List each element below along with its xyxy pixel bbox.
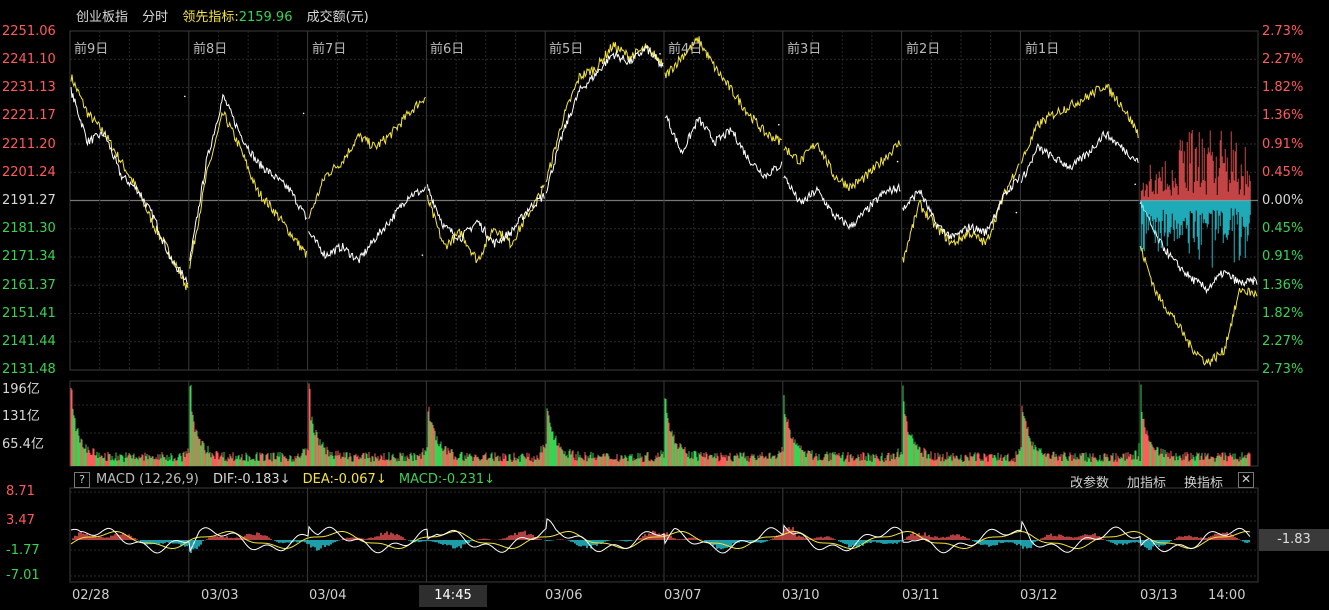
date-label: 03/07: [664, 588, 702, 603]
date-label: 03/03: [201, 588, 239, 603]
day-label: 前6日: [430, 42, 465, 57]
price-point: [1253, 279, 1255, 282]
date-label: 03/13: [1140, 588, 1178, 603]
percent-tick: 2.27%: [1262, 52, 1304, 67]
help-icon[interactable]: ?: [74, 472, 90, 488]
percent-tick: 0.91%: [1262, 249, 1304, 264]
price-tick: 2191.27: [2, 193, 56, 208]
price-tick: 2171.34: [2, 249, 56, 264]
percent-tick: 1.82%: [1262, 306, 1304, 321]
day-label: 前2日: [906, 42, 941, 57]
date-label: 03/11: [902, 588, 940, 603]
percent-tick: 2.27%: [1262, 334, 1304, 349]
date-label: 02/28: [72, 588, 110, 603]
price-tick: 2251.06: [2, 24, 56, 39]
volume-tick: 196亿: [2, 382, 40, 397]
percent-tick: 0.91%: [1262, 137, 1304, 152]
macd-legend: MACD (12,26,9) DIF:-0.183↓ DEA:-0.067↓ M…: [96, 472, 495, 487]
percent-tick: 1.36%: [1262, 108, 1304, 123]
macd-dif: DIF:-0.183↓: [213, 472, 291, 487]
price-tick: 2131.48: [2, 362, 56, 377]
price-point: [896, 160, 899, 163]
macd-tick: 8.71: [6, 484, 35, 499]
percent-tick: 0.45%: [1262, 165, 1304, 180]
day-label: 前9日: [74, 42, 109, 57]
close-icon[interactable]: ✕: [1238, 472, 1254, 488]
day-label: 前4日: [668, 42, 703, 57]
price-tick: 2181.30: [2, 221, 56, 236]
date-label: 03/12: [1020, 588, 1058, 603]
macd-dea: DEA:-0.067↓: [302, 472, 387, 487]
percent-tick: 0.00%: [1262, 193, 1304, 208]
price-point: [1134, 183, 1136, 186]
price-point: [302, 112, 305, 115]
switch-indicator-button[interactable]: 换指标: [1184, 472, 1223, 491]
volume-tick: 131亿: [2, 409, 40, 424]
price-tick: 2231.13: [2, 80, 56, 95]
leading-indicator-line: [1139, 245, 1258, 368]
percent-tick: 2.73%: [1262, 362, 1304, 377]
macd-title: MACD (12,26,9): [96, 472, 199, 487]
price-point: [184, 95, 186, 98]
price-point: [540, 186, 542, 188]
price-tick: 2141.44: [2, 334, 56, 349]
price-tick: 2211.20: [2, 137, 56, 152]
day-label: 前5日: [549, 42, 584, 57]
percent-tick: 0.45%: [1262, 221, 1304, 236]
price-tick: 2151.41: [2, 306, 56, 321]
date-label: 03/04: [309, 588, 347, 603]
price-tick: 2201.24: [2, 165, 56, 180]
price-tick: 2221.17: [2, 108, 56, 123]
percent-tick: 2.73%: [1262, 24, 1304, 39]
day-label: 前3日: [787, 42, 822, 57]
price-tick: 2161.37: [2, 278, 56, 293]
price-point: [1015, 211, 1018, 214]
price-point: [778, 123, 780, 126]
percent-tick: 1.82%: [1262, 80, 1304, 95]
macd-current-tag: -1.83: [1259, 529, 1329, 551]
cursor-time-label: 14:45: [419, 585, 487, 607]
date-label: 14:00: [1208, 588, 1246, 603]
date-label: 03/06: [545, 588, 583, 603]
price-point: [659, 53, 661, 55]
percent-tick: 1.36%: [1262, 278, 1304, 293]
leading-indicator-line: [70, 74, 189, 291]
macd-tick: -7.01: [6, 568, 40, 583]
macd-value: MACD:-0.231↓: [398, 472, 496, 487]
macd-tick: -1.77: [6, 543, 40, 558]
date-label: 03/10: [782, 588, 820, 603]
day-label: 前8日: [193, 42, 228, 57]
intraday-chart[interactable]: [0, 0, 1329, 610]
add-indicator-button[interactable]: 加指标: [1127, 472, 1166, 491]
day-label: 前7日: [312, 42, 347, 57]
day-label: 前1日: [1025, 42, 1060, 57]
price-tick: 2241.10: [2, 52, 56, 67]
volume-tick: 65.4亿: [2, 437, 44, 452]
price-point: [421, 254, 424, 256]
modify-params-button[interactable]: 改参数: [1070, 472, 1109, 491]
macd-tick: 3.47: [6, 513, 35, 528]
